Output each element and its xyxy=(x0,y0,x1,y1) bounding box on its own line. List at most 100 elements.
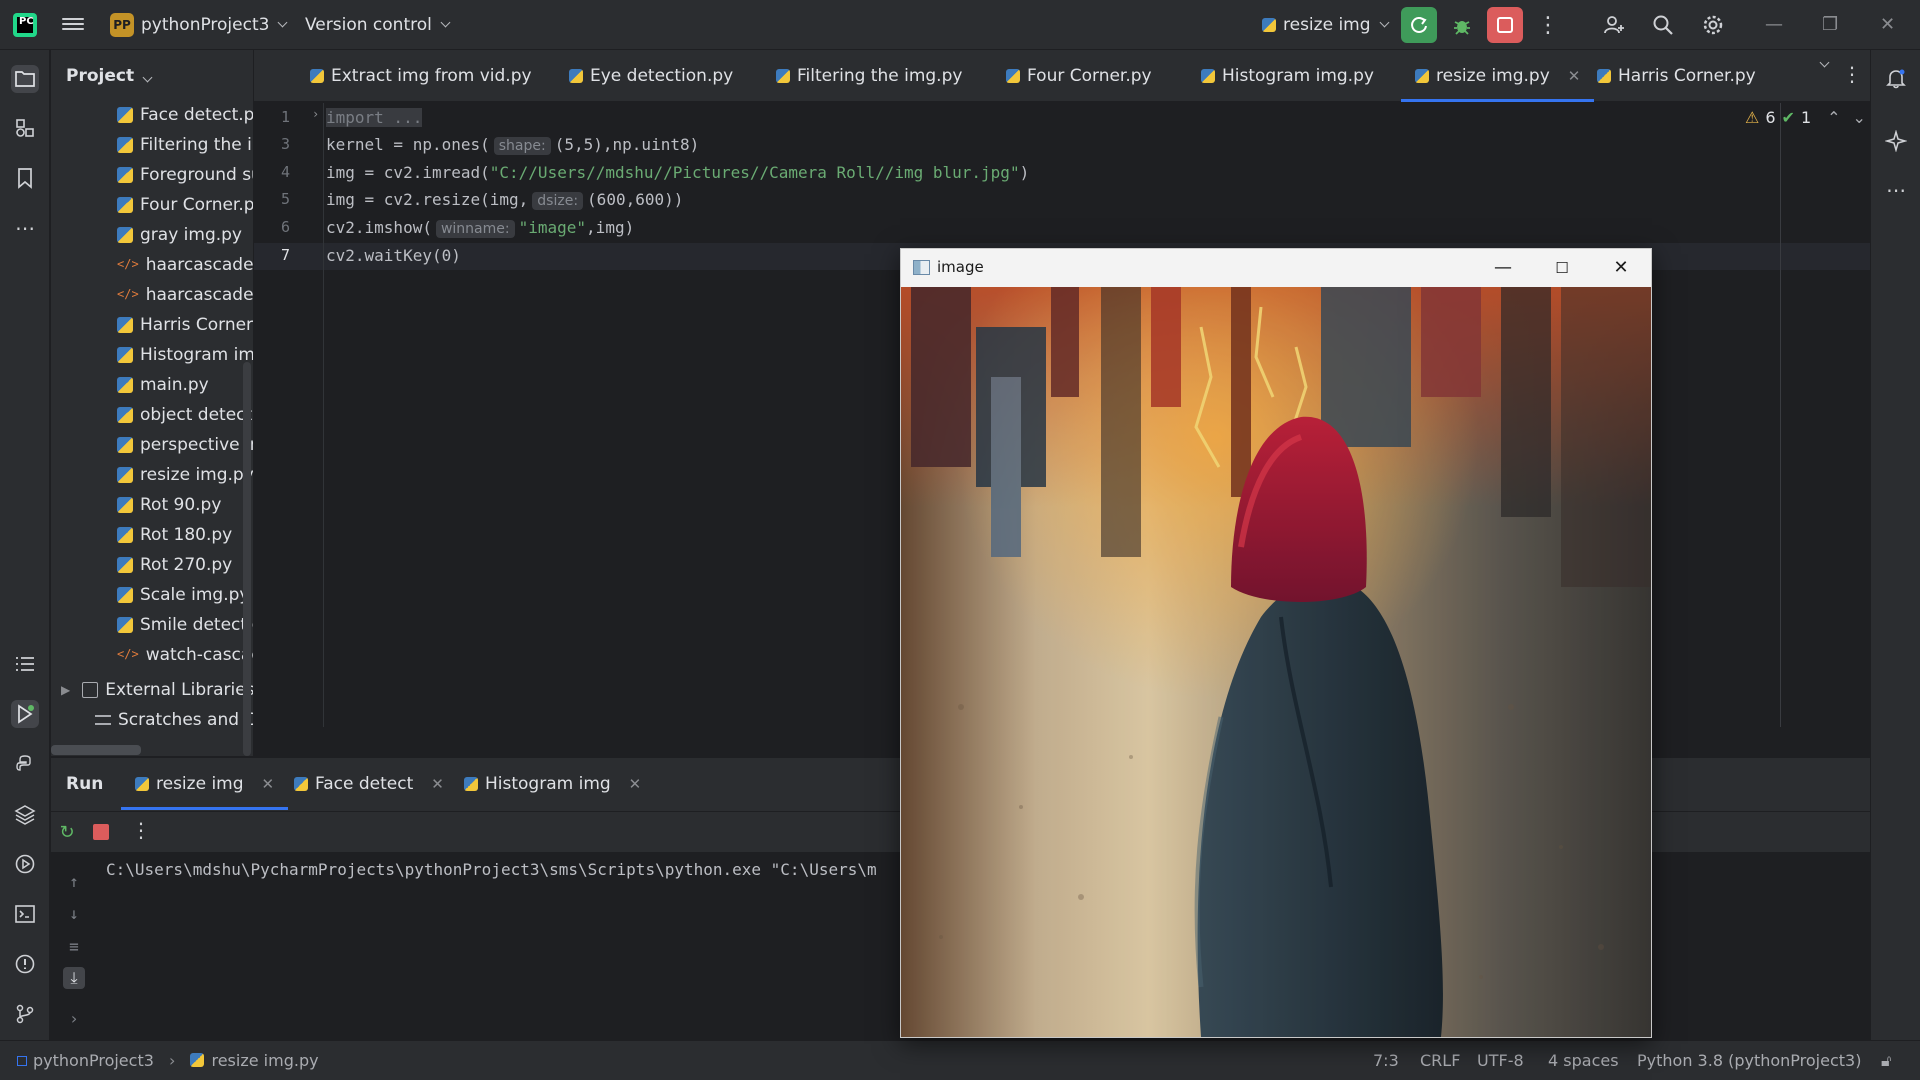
soft-wrap-icon[interactable]: ≡ xyxy=(63,935,85,957)
more-tools-icon[interactable]: ⋯ xyxy=(11,214,39,242)
tab-filtering-the-img[interactable]: Filtering the img.py xyxy=(776,50,962,102)
code-with-me-button[interactable] xyxy=(1596,7,1632,43)
project-tree-item[interactable]: Smile detection xyxy=(117,610,253,640)
stop-button[interactable] xyxy=(1487,7,1523,43)
settings-button[interactable] xyxy=(1695,7,1731,43)
close-tab-icon[interactable]: ✕ xyxy=(431,775,444,793)
param-hint: dsize: xyxy=(532,192,584,210)
breadcrumb[interactable]: pythonProject3 › resize img.py xyxy=(17,1051,319,1070)
project-tree-item[interactable]: Rot 180.py xyxy=(117,520,232,550)
fold-chevron-icon[interactable]: › xyxy=(312,107,319,121)
tab-harris-corner[interactable]: Harris Corner.py xyxy=(1597,50,1756,102)
line-separator[interactable]: CRLF xyxy=(1420,1051,1460,1070)
indent-setting[interactable]: 4 spaces xyxy=(1548,1051,1619,1070)
chevron-right-icon[interactable]: › xyxy=(63,1007,85,1029)
run-config-selector[interactable]: resize img xyxy=(1262,0,1389,50)
minimize-icon[interactable]: — xyxy=(1483,255,1523,281)
more-actions-button[interactable]: ⋮ xyxy=(1530,7,1566,43)
project-tree-item[interactable]: object detect.p xyxy=(117,400,253,430)
image-window-titlebar[interactable]: image — ☐ ✕ xyxy=(901,249,1651,287)
close-tab-icon[interactable]: ✕ xyxy=(1568,67,1581,85)
close-icon[interactable]: ✕ xyxy=(1880,14,1895,35)
restore-icon[interactable]: ❐ xyxy=(1822,14,1838,35)
todo-tool-button[interactable] xyxy=(11,650,39,678)
file-encoding[interactable]: UTF-8 xyxy=(1477,1051,1524,1070)
project-tree-item[interactable]: main.py xyxy=(117,370,209,400)
run-tab-resize-img[interactable]: resize img ✕ xyxy=(120,758,289,810)
chevron-down-icon[interactable]: ⌄ xyxy=(1853,108,1866,127)
project-tree-item[interactable]: Four Corner.py xyxy=(117,190,253,220)
project-tree-item[interactable]: </> haarcascade_s xyxy=(117,280,253,310)
tab-actions-icon[interactable]: ⋮ xyxy=(1842,62,1862,86)
lock-icon[interactable]: 🔓︎ xyxy=(1881,1051,1891,1071)
project-tree-item[interactable]: Face detect.py xyxy=(117,100,253,130)
project-tool-button[interactable] xyxy=(11,65,39,93)
ai-assistant-button[interactable] xyxy=(1882,127,1910,155)
project-tree-item[interactable]: gray img.py xyxy=(117,220,242,250)
tab-histogram-img[interactable]: Histogram img.py xyxy=(1201,50,1374,102)
project-vertical-scrollbar[interactable] xyxy=(243,362,251,756)
project-tree-item[interactable]: Histogram img xyxy=(117,340,253,370)
search-button[interactable] xyxy=(1645,7,1681,43)
chevron-up-icon[interactable]: ⌃ xyxy=(1827,108,1840,127)
stop-icon[interactable] xyxy=(93,824,109,840)
close-icon[interactable]: ✕ xyxy=(1601,255,1641,281)
project-badge[interactable]: PP xyxy=(110,13,134,37)
caret-position[interactable]: 7:3 xyxy=(1373,1051,1399,1070)
image-window[interactable]: image — ☐ ✕ xyxy=(900,248,1652,1038)
project-tree-item[interactable]: resize img.py xyxy=(117,460,253,490)
project-tree-item[interactable]: </> watch-cascade xyxy=(117,640,253,670)
bug-icon xyxy=(1454,21,1470,35)
rerun-icon[interactable]: ↻ xyxy=(56,821,78,843)
project-selector[interactable]: pythonProject3 xyxy=(141,0,288,50)
tabs-dropdown-icon[interactable] xyxy=(1819,57,1830,68)
project-tree-item[interactable]: Rot 270.py xyxy=(117,550,232,580)
python-interpreter[interactable]: Python 3.8 (pythonProject3) xyxy=(1637,1051,1861,1070)
python-packages-button[interactable] xyxy=(11,750,39,778)
project-tree-item[interactable]: Foreground su xyxy=(117,160,253,190)
services-tool-button[interactable] xyxy=(11,850,39,878)
tab-eye-detection[interactable]: Eye detection.py xyxy=(569,50,733,102)
problems-tool-button[interactable] xyxy=(11,950,39,978)
structure-tool-button[interactable] xyxy=(11,114,39,142)
external-libraries-item[interactable]: ▶ External Libraries xyxy=(61,675,253,705)
scroll-up-icon[interactable]: ↑ xyxy=(63,870,85,892)
close-tab-icon[interactable]: ✕ xyxy=(629,775,642,793)
project-tree-item[interactable]: Harris Corner.p xyxy=(117,310,253,340)
breadcrumb-project[interactable]: pythonProject3 xyxy=(33,1051,154,1070)
project-horizontal-scrollbar[interactable] xyxy=(51,745,141,755)
project-tree-item[interactable]: </> haarcascade_fr xyxy=(117,250,253,280)
notifications-button[interactable] xyxy=(1882,64,1910,92)
scratches-label: Scratches and Co xyxy=(118,710,253,730)
project-tree-item[interactable]: perspective im xyxy=(117,430,253,460)
run-tab-face-detect[interactable]: Face detect ✕ xyxy=(294,758,444,810)
scroll-down-icon[interactable]: ↓ xyxy=(63,902,85,924)
run-tool-button[interactable] xyxy=(11,700,39,728)
project-panel-header[interactable]: Project xyxy=(66,66,153,86)
project-tree-item[interactable]: Rot 90.py xyxy=(117,490,221,520)
more-actions-icon[interactable]: ⋮ xyxy=(131,818,151,842)
scroll-to-end-icon[interactable]: ⤓ xyxy=(63,967,85,989)
main-menu-icon[interactable] xyxy=(62,15,84,35)
project-tree-item[interactable]: Scale img.py xyxy=(117,580,249,610)
project-tree-item[interactable]: Filtering the im xyxy=(117,130,253,160)
debug-button[interactable] xyxy=(1444,7,1480,43)
maximize-icon[interactable]: ☐ xyxy=(1542,255,1582,281)
terminal-tool-button[interactable] xyxy=(11,900,39,928)
folded-imports[interactable]: import ... xyxy=(326,108,423,127)
git-tool-button[interactable] xyxy=(11,1000,39,1028)
tab-extract-img-from-vid[interactable]: Extract img from vid.py xyxy=(310,50,532,102)
run-tab-histogram-img[interactable]: Histogram img ✕ xyxy=(464,758,641,810)
close-tab-icon[interactable]: ✕ xyxy=(262,775,275,793)
inspection-widget[interactable]: ⚠ 6 ✔ 1 ⌃ ⌄ xyxy=(1745,108,1866,127)
breadcrumb-file[interactable]: resize img.py xyxy=(211,1051,318,1070)
bookmarks-tool-button[interactable] xyxy=(11,164,39,192)
version-control-menu[interactable]: Version control xyxy=(305,0,451,50)
tab-resize-img[interactable]: resize img.py ✕ xyxy=(1400,50,1595,102)
rerun-button[interactable] xyxy=(1401,7,1437,43)
more-tools-icon[interactable]: ⋯ xyxy=(1882,176,1910,204)
layers-tool-button[interactable] xyxy=(11,800,39,828)
scratches-item[interactable]: Scratches and Co xyxy=(95,705,253,735)
minimize-icon[interactable]: — xyxy=(1765,14,1783,35)
tab-four-corner[interactable]: Four Corner.py xyxy=(1006,50,1152,102)
